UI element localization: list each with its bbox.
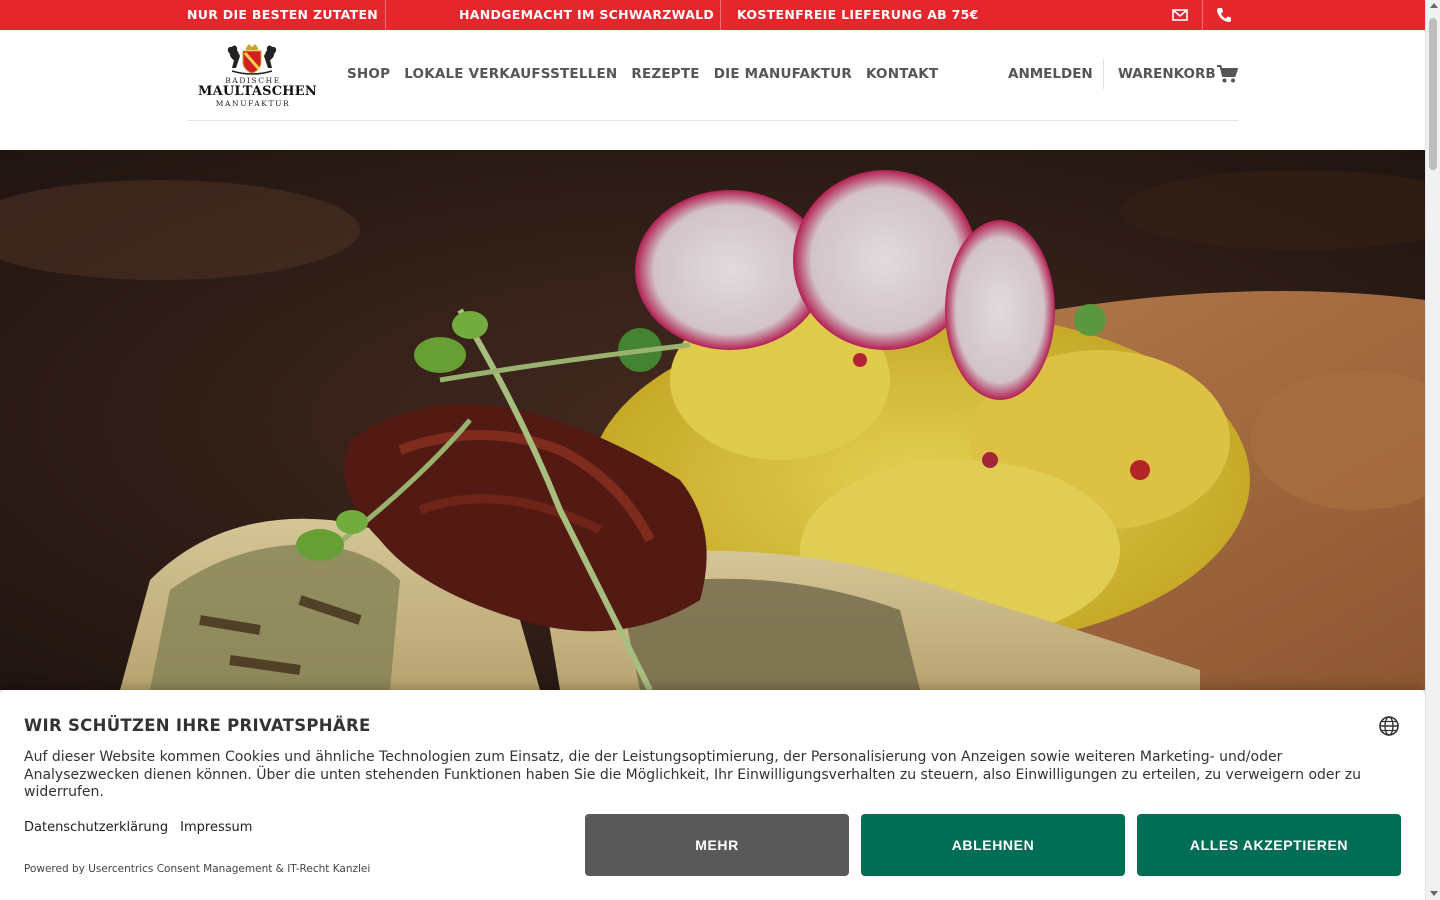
- logo-line-2: MAULTASCHEN: [198, 84, 317, 99]
- nav-item-shop[interactable]: SHOP: [347, 66, 390, 82]
- divider: [1202, 0, 1203, 30]
- globe-icon[interactable]: [1378, 715, 1400, 737]
- scrollbar-thumb[interactable]: [1429, 18, 1437, 170]
- powered-by-text: Powered by Usercentrics Consent Manageme…: [24, 863, 371, 875]
- login-link[interactable]: ANMELDEN: [1008, 66, 1093, 82]
- hero-image: [0, 150, 1425, 690]
- header-divider: [187, 120, 1238, 121]
- maultaschen-dish-photo: [0, 150, 1425, 690]
- imprint-link[interactable]: Impressum: [180, 820, 252, 835]
- nav-item-contact[interactable]: KONTAKT: [866, 66, 938, 82]
- cart-icon[interactable]: [1216, 64, 1238, 84]
- page-scrollbar[interactable]: [1425, 0, 1440, 900]
- consent-description: Auf dieser Website kommen Cookies und äh…: [24, 749, 1361, 800]
- main-navigation: SHOP LOKALE VERKAUFSSTELLEN REZEPTE DIE …: [347, 66, 938, 82]
- usp-best-ingredients: NUR DIE BESTEN ZUTATEN: [187, 7, 379, 22]
- deny-button[interactable]: ABLEHNEN: [861, 814, 1125, 876]
- nav-item-recipes[interactable]: REZEPTE: [631, 66, 699, 82]
- scroll-up-arrow-icon[interactable]: [1430, 3, 1438, 8]
- scroll-down-arrow-icon[interactable]: [1430, 891, 1438, 896]
- site-header: BADISCHE MAULTASCHEN MANUFAKTUR SHOP LOK…: [0, 30, 1425, 150]
- divider: [385, 0, 386, 30]
- divider: [1103, 59, 1104, 89]
- phone-icon[interactable]: [1215, 6, 1233, 24]
- usp-handmade: HANDGEMACHT IM SCHWARZWALD: [459, 7, 715, 22]
- logo-line-3: MANUFAKTUR: [215, 99, 291, 108]
- divider: [720, 0, 721, 30]
- mail-icon[interactable]: [1171, 6, 1189, 24]
- site-logo[interactable]: BADISCHE MAULTASCHEN MANUFAKTUR: [198, 42, 317, 108]
- consent-title: WIR SCHÜTZEN IHRE PRIVATSPHÄRE: [24, 716, 371, 735]
- cart-link[interactable]: WARENKORB: [1118, 66, 1216, 82]
- nav-item-manufactory[interactable]: DIE MANUFAKTUR: [714, 66, 852, 82]
- cookie-consent-banner: WIR SCHÜTZEN IHRE PRIVATSPHÄRE Auf diese…: [0, 690, 1425, 900]
- usp-free-delivery: KOSTENFREIE LIEFERUNG AB 75€: [737, 7, 979, 22]
- more-button[interactable]: MEHR: [585, 814, 849, 876]
- privacy-policy-link[interactable]: Datenschutzerklärung: [24, 820, 168, 835]
- consent-links: Datenschutzerklärung Impressum: [24, 820, 252, 835]
- nav-item-local-stores[interactable]: LOKALE VERKAUFSSTELLEN: [404, 66, 617, 82]
- crest-icon: [227, 44, 277, 75]
- top-announcement-bar: NUR DIE BESTEN ZUTATEN HANDGEMACHT IM SC…: [0, 0, 1425, 30]
- accept-all-button[interactable]: ALLES AKZEPTIEREN: [1137, 814, 1401, 876]
